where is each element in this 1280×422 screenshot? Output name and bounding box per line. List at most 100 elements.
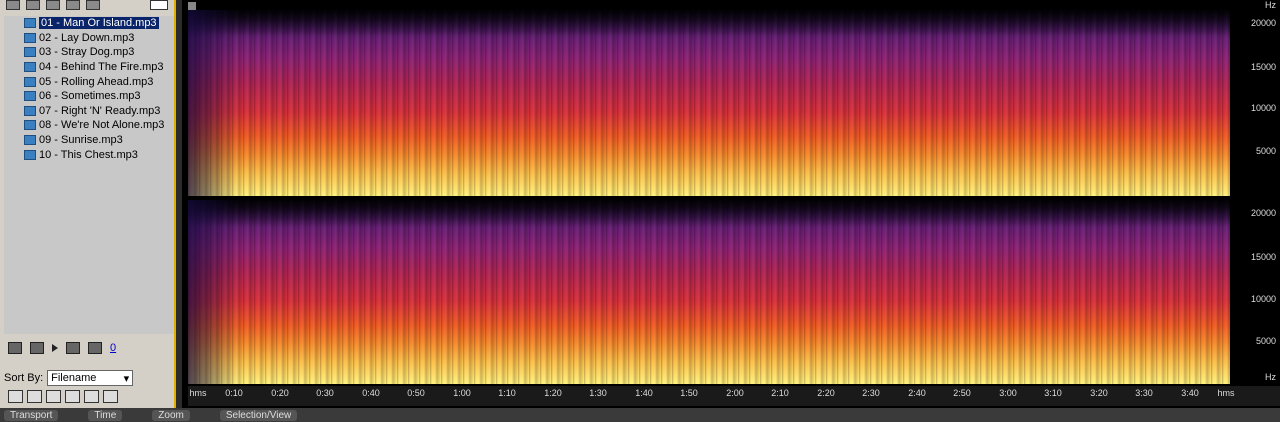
tab-time[interactable]: Time (88, 409, 123, 421)
file-name: 07 - Right 'N' Ready.mp3 (39, 104, 161, 117)
file-name: 10 - This Chest.mp3 (39, 148, 138, 161)
time-tick: hms (1217, 388, 1235, 398)
tab-selection-view[interactable]: Selection/View (219, 409, 298, 421)
spectral-view[interactable]: Hz 20000 15000 10000 5000 20000 15000 10… (182, 0, 1280, 408)
file-item[interactable]: 06 - Sometimes.mp3 (4, 89, 174, 104)
insert-icon[interactable] (46, 0, 60, 10)
audio-file-icon (24, 149, 36, 160)
tab-transport[interactable]: Transport (4, 409, 59, 421)
file-name: 02 - Lay Down.mp3 (39, 31, 135, 44)
time-tick: 3:40 (1181, 388, 1199, 398)
frequency-scale-left: Hz 20000 15000 10000 5000 (1232, 0, 1280, 196)
hz-label: 5000 (1255, 336, 1276, 346)
time-tick: 1:00 (453, 388, 471, 398)
file-item[interactable]: 08 - We're Not Alone.mp3 (4, 118, 174, 133)
frequency-scale-right: 20000 15000 10000 5000 Hz (1232, 200, 1280, 386)
info-icon[interactable] (103, 390, 118, 403)
audio-file-icon (24, 47, 36, 58)
volume-knob-icon[interactable] (88, 342, 102, 354)
sort-select[interactable]: Filename ▾ (47, 370, 134, 386)
time-tick: 0:10 (225, 388, 243, 398)
file-name: 01 - Man Or Island.mp3 (39, 17, 159, 30)
time-tick: 3:20 (1090, 388, 1108, 398)
time-tick: 3:30 (1135, 388, 1153, 398)
view-options-icon[interactable] (150, 0, 168, 10)
file-name: 09 - Sunrise.mp3 (39, 134, 123, 147)
time-tick: 2:20 (817, 388, 835, 398)
file-item[interactable]: 01 - Man Or Island.mp3 (4, 16, 174, 31)
hz-label: 10000 (1250, 103, 1276, 113)
play-icon[interactable] (52, 344, 58, 352)
sort-label: Sort By: (4, 372, 44, 384)
hz-unit: Hz (1265, 0, 1276, 10)
hz-unit: Hz (1265, 372, 1276, 382)
file-list: 01 - Man Or Island.mp3 02 - Lay Down.mp3… (4, 16, 174, 334)
sort-row: Sort By: Filename ▾ (4, 370, 134, 386)
audio-file-icon (24, 32, 36, 43)
audio-file-icon (24, 120, 36, 131)
time-tick: 2:30 (862, 388, 880, 398)
filter-icon[interactable] (84, 390, 99, 403)
insert-multitrack-icon[interactable] (8, 390, 23, 403)
sort-value: Filename (51, 372, 97, 384)
time-tick: hms (189, 388, 207, 398)
track-start-marker-icon[interactable] (188, 2, 196, 10)
file-item[interactable]: 07 - Right 'N' Ready.mp3 (4, 104, 174, 119)
time-tick: 1:30 (589, 388, 607, 398)
file-name: 04 - Behind The Fire.mp3 (39, 61, 164, 74)
audio-file-icon (24, 62, 36, 73)
loop-icon[interactable] (30, 342, 44, 354)
script-icon[interactable] (65, 390, 80, 403)
audio-file-icon (24, 18, 36, 29)
file-item[interactable]: 03 - Stray Dog.mp3 (4, 45, 174, 60)
autoplay-icon[interactable] (86, 0, 100, 10)
time-tick: 1:10 (498, 388, 516, 398)
time-ruler[interactable]: hms 0:10 0:20 0:30 0:40 0:50 1:00 1:10 1… (188, 386, 1280, 406)
file-item[interactable]: 02 - Lay Down.mp3 (4, 31, 174, 46)
time-tick: 1:50 (680, 388, 698, 398)
file-item[interactable]: 10 - This Chest.mp3 (4, 147, 174, 162)
hz-label: 10000 (1250, 294, 1276, 304)
audio-file-icon (24, 135, 36, 146)
hz-label: 15000 (1250, 252, 1276, 262)
volume-icon[interactable] (66, 342, 80, 354)
file-item[interactable]: 09 - Sunrise.mp3 (4, 133, 174, 148)
spectrogram-left-channel[interactable] (188, 10, 1230, 196)
time-tick: 0:50 (407, 388, 425, 398)
time-tick: 2:40 (908, 388, 926, 398)
open-file-icon[interactable] (6, 0, 20, 10)
close-file-icon[interactable] (26, 0, 40, 10)
cd-icon[interactable] (27, 390, 42, 403)
time-tick: 2:50 (953, 388, 971, 398)
time-tick: 0:40 (362, 388, 380, 398)
file-name: 03 - Stray Dog.mp3 (39, 46, 135, 59)
audio-file-icon (24, 91, 36, 102)
time-tick: 0:30 (316, 388, 334, 398)
spectrogram-right-channel[interactable] (188, 200, 1230, 384)
file-name: 08 - We're Not Alone.mp3 (39, 119, 165, 132)
panel-tabs-bar: Transport Time Zoom Selection/View (0, 408, 1280, 422)
hz-label: 20000 (1250, 208, 1276, 218)
file-item[interactable]: 04 - Behind The Fire.mp3 (4, 60, 174, 75)
tab-zoom[interactable]: Zoom (152, 409, 190, 421)
hz-label: 15000 (1250, 62, 1276, 72)
time-tick: 2:10 (771, 388, 789, 398)
volume-value[interactable]: 0 (110, 342, 116, 354)
stop-icon[interactable] (46, 390, 61, 403)
time-tick: 1:40 (635, 388, 653, 398)
audio-file-icon (24, 105, 36, 116)
speaker-icon[interactable] (8, 342, 22, 354)
time-tick: 1:20 (544, 388, 562, 398)
audio-file-icon (24, 76, 36, 87)
time-tick: 2:00 (726, 388, 744, 398)
time-tick: 3:10 (1044, 388, 1062, 398)
time-tick: 0:20 (271, 388, 289, 398)
file-item[interactable]: 05 - Rolling Ahead.mp3 (4, 74, 174, 89)
time-tick: 3:00 (999, 388, 1017, 398)
files-bottom-toolbar (8, 390, 118, 403)
chevron-down-icon: ▾ (123, 372, 130, 385)
file-name: 05 - Rolling Ahead.mp3 (39, 75, 154, 88)
preview-transport: 0 (4, 338, 176, 358)
edit-icon[interactable] (66, 0, 80, 10)
files-panel: 01 - Man Or Island.mp3 02 - Lay Down.mp3… (0, 0, 176, 408)
